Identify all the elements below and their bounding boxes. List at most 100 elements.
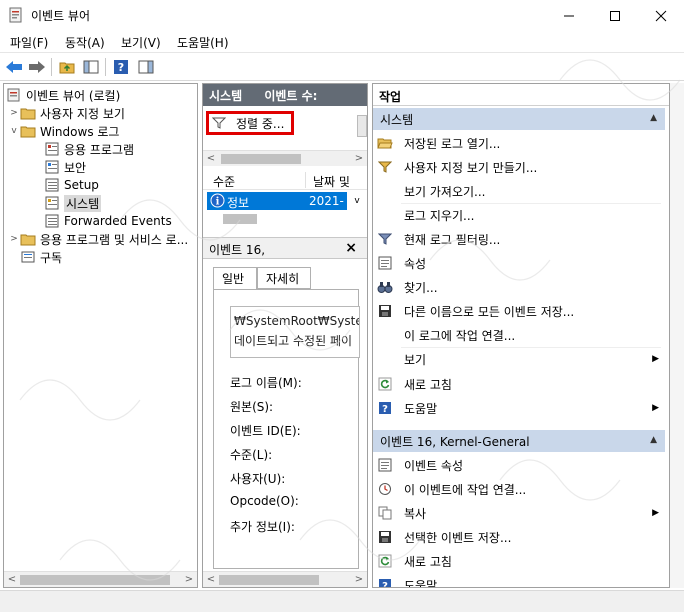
tree-item-application[interactable]: 응용 프로그램 — [44, 140, 134, 158]
actions-section-event[interactable]: 이벤트 16, Kernel-General ▲ — [373, 430, 665, 452]
minimize-button[interactable] — [546, 0, 592, 31]
tree-item-custom-views[interactable]: > 사용자 지정 보기 — [8, 104, 125, 122]
action-save-selected-events[interactable]: 선택한 이벤트 저장... — [377, 526, 665, 548]
tree-horizontal-scrollbar[interactable]: < > — [4, 571, 197, 587]
action-label: 도움말 — [404, 401, 438, 416]
log-header: 시스템 이벤트 수: — [203, 84, 367, 106]
column-date[interactable]: 날짜 및 — [313, 173, 350, 190]
refresh-icon — [377, 553, 393, 569]
collapse-icon[interactable]: ▲ — [650, 435, 657, 445]
actions-vertical-scrollbar[interactable] — [670, 83, 684, 588]
forward-button[interactable] — [27, 57, 47, 77]
scroll-left-icon[interactable]: < — [204, 574, 218, 585]
toolbar-horizontal-scrollbar[interactable]: < > — [203, 150, 367, 166]
action-label: 사용자 지정 보기 만들기... — [404, 160, 538, 175]
close-button[interactable] — [638, 0, 684, 31]
sort-status-button[interactable]: 정렬 중... — [206, 111, 294, 135]
tree-label: Forwarded Events — [64, 214, 172, 228]
close-icon[interactable]: × — [345, 240, 357, 256]
tree-label: 사용자 지정 보기 — [40, 106, 125, 121]
status-bar — [0, 590, 684, 612]
log-icon — [44, 159, 60, 175]
scroll-thumb[interactable] — [20, 575, 170, 585]
column-level[interactable]: 수준 — [213, 173, 235, 190]
action-label: 보기 가져오기... — [404, 184, 486, 199]
menu-help[interactable]: 도움말(H) — [177, 34, 229, 51]
action-event-properties[interactable]: 이벤트 속성 — [377, 454, 665, 476]
action-copy[interactable]: 복사 ▶ — [377, 502, 665, 524]
chevron-down-icon[interactable]: v — [347, 192, 367, 210]
tree-item-forwarded-events[interactable]: Forwarded Events — [44, 212, 172, 230]
action-refresh[interactable]: 새로 고침 — [377, 373, 665, 395]
help-icon[interactable]: ? — [111, 57, 131, 77]
filter-icon — [377, 231, 393, 247]
log-icon — [44, 141, 60, 157]
binoculars-icon — [377, 279, 393, 295]
actions-title: 작업 — [373, 84, 669, 106]
tree-item-setup[interactable]: Setup — [44, 176, 99, 194]
show-hide-tree-icon[interactable] — [81, 57, 101, 77]
tab-general[interactable]: 일반 — [213, 267, 257, 290]
collapse-icon[interactable]: v — [8, 126, 20, 136]
scroll-thumb[interactable] — [223, 214, 257, 224]
scroll-left-icon[interactable]: < — [5, 574, 19, 585]
tree-item-app-services-logs[interactable]: > 응용 프로그램 및 서비스 로... — [8, 230, 188, 248]
expand-icon[interactable]: > — [8, 234, 20, 244]
action-label: 다른 이름으로 모든 이벤트 저장... — [404, 304, 575, 319]
action-find[interactable]: 찾기... — [377, 276, 665, 298]
svg-text:?: ? — [382, 404, 388, 415]
scroll-right-icon[interactable]: > — [182, 574, 196, 585]
filter-icon — [377, 159, 393, 175]
detail-horizontal-scrollbar[interactable]: < > — [203, 571, 367, 587]
tree-label: Windows 로그 — [40, 124, 120, 139]
menu-file[interactable]: 파일(F) — [10, 34, 48, 51]
event-id-label: 이벤트 ID(E): — [230, 424, 301, 438]
action-import-custom-view[interactable]: 보기 가져오기... — [377, 180, 665, 202]
action-view-submenu[interactable]: 보기 ▶ — [377, 348, 665, 370]
tree-item-subscriptions[interactable]: 구독 — [20, 248, 62, 266]
action-open-saved-log[interactable]: 저장된 로그 열기... — [377, 132, 665, 154]
action-help[interactable]: ? 도움말 ▶ — [377, 397, 665, 419]
filter-icon — [212, 117, 226, 129]
maximize-button[interactable] — [592, 0, 638, 31]
list-horizontal-scrollbar[interactable] — [203, 212, 367, 226]
show-action-pane-icon[interactable] — [136, 57, 156, 77]
up-folder-icon[interactable] — [57, 57, 77, 77]
scroll-right-icon[interactable]: > — [352, 153, 366, 164]
menu-bar: 파일(F) 동작(A) 보기(V) 도움말(H) — [0, 31, 684, 53]
menu-view[interactable]: 보기(V) — [121, 34, 161, 51]
scroll-thumb[interactable] — [221, 154, 301, 164]
action-properties[interactable]: 속성 — [377, 252, 665, 274]
action-clear-log[interactable]: 로그 지우기... — [377, 204, 665, 226]
action-help-event[interactable]: ? 도움말 — [377, 574, 665, 587]
collapse-icon[interactable]: ▲ — [650, 113, 657, 123]
scroll-thumb[interactable] — [219, 575, 319, 585]
event-count-label: 이벤트 수: — [264, 89, 318, 103]
scroll-left-icon[interactable]: < — [204, 153, 218, 164]
tree-item-windows-logs[interactable]: v Windows 로그 — [8, 122, 119, 140]
action-attach-task-to-log[interactable]: 이 로그에 작업 연결... — [377, 324, 665, 346]
action-refresh-event[interactable]: 새로 고침 — [377, 550, 665, 572]
log-icon — [44, 213, 60, 229]
scroll-right-icon[interactable]: > — [352, 574, 366, 585]
tree-item-root[interactable]: 이벤트 뷰어 (로컬) — [6, 86, 120, 104]
expand-icon[interactable]: > — [8, 108, 20, 118]
back-button[interactable] — [4, 57, 24, 77]
console-tree: 이벤트 뷰어 (로컬) > 사용자 지정 보기 v Windows 로그 응용 … — [3, 83, 198, 588]
tab-details[interactable]: 자세히 — [257, 267, 311, 289]
action-attach-task-to-event[interactable]: 이 이벤트에 작업 연결... — [377, 478, 665, 500]
tree-item-system[interactable]: 시스템 — [44, 194, 102, 212]
menu-action[interactable]: 동작(A) — [65, 34, 105, 51]
action-create-custom-view[interactable]: 사용자 지정 보기 만들기... — [377, 156, 665, 178]
save-icon — [377, 303, 393, 319]
event-description[interactable]: ₩SystemRoot₩System 데이트되고 수정된 페이 — [230, 306, 360, 358]
sort-status-label: 정렬 중... — [236, 116, 285, 131]
toolbar-overflow[interactable] — [357, 115, 367, 137]
action-filter-current-log[interactable]: 현재 로그 필터링... — [377, 228, 665, 250]
event-row[interactable]: i 정보 2021- — [207, 192, 347, 210]
action-save-all-events-as[interactable]: 다른 이름으로 모든 이벤트 저장... — [377, 300, 665, 322]
action-label: 이벤트 속성 — [404, 458, 464, 473]
refresh-icon — [377, 376, 393, 392]
tree-item-security[interactable]: 보안 — [44, 158, 86, 176]
actions-section-system[interactable]: 시스템 ▲ — [373, 108, 665, 130]
